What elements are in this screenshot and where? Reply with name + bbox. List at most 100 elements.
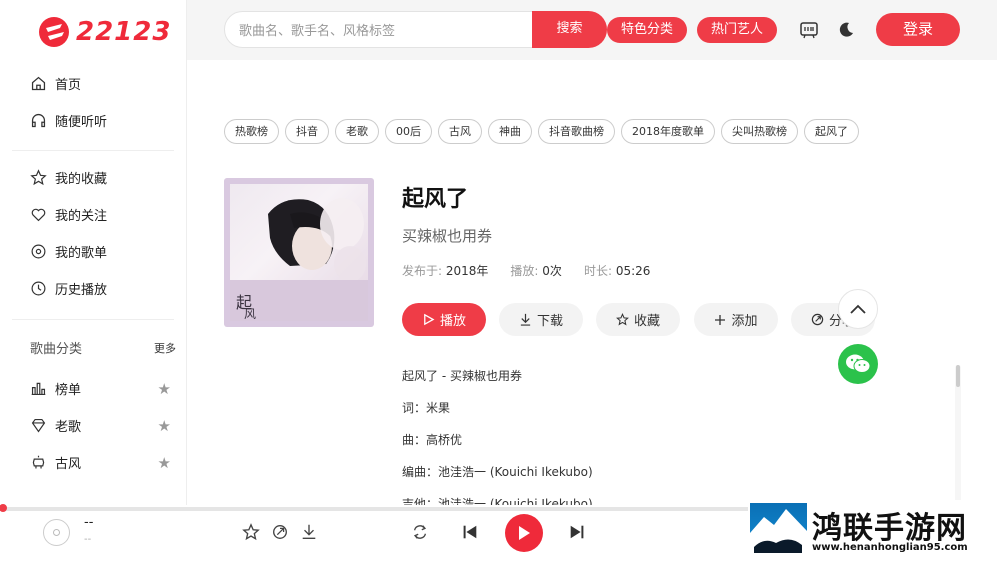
svg-text:风: 风 <box>244 307 256 321</box>
clock-icon <box>31 281 46 296</box>
watermark-url: www.henanhonglian95.com <box>812 542 968 553</box>
hot-artists-button[interactable]: 热门艺人 <box>697 17 777 43</box>
headphones-icon <box>31 113 46 128</box>
heart-icon <box>31 208 46 222</box>
star-icon[interactable]: ★ <box>158 454 171 472</box>
star-icon[interactable] <box>242 523 260 541</box>
chevron-up-icon <box>850 304 866 314</box>
cover-artwork: 起 风 <box>230 198 368 321</box>
lyrics-display-icon[interactable] <box>799 20 819 40</box>
watermark-logo-art <box>750 509 807 558</box>
now-playing-title: -- <box>84 515 94 530</box>
category-item-charts[interactable]: 榜单 ★ <box>0 370 187 407</box>
tag-item[interactable]: 抖音歌曲榜 <box>538 119 615 144</box>
sidebar-item-label: 首页 <box>55 78 82 93</box>
play-icon <box>519 526 530 540</box>
logo[interactable]: 22123 <box>38 16 171 48</box>
sidebar-item-following[interactable]: 我的关注 <box>0 196 187 233</box>
app-root: 22123 首页 随便听听 我的收藏 我的关注 我的歌单 历史播放 歌曲分类 更… <box>0 0 997 561</box>
duration-value: 05:26 <box>615 264 651 278</box>
favorite-button[interactable]: 收藏 <box>596 303 680 336</box>
disc-icon <box>31 244 46 259</box>
song-artist[interactable]: 买辣椒也用券 <box>402 225 492 246</box>
diamond-icon <box>31 418 46 433</box>
login-button[interactable]: 登录 <box>876 13 960 46</box>
sidebar-item-label: 随便听听 <box>55 115 108 130</box>
disc-center <box>53 529 60 536</box>
play-count-label: 播放: <box>510 264 539 278</box>
category-more-link[interactable]: 更多 <box>154 340 176 356</box>
now-playing-artist: -- <box>84 534 92 545</box>
release-label: 发布于: <box>402 264 443 278</box>
tag-item[interactable]: 起风了 <box>804 119 859 144</box>
tag-item[interactable]: 古风 <box>438 119 482 144</box>
category-item-oldies[interactable]: 老歌 ★ <box>0 407 187 444</box>
divider <box>12 150 174 151</box>
category-item-label: 榜单 <box>55 383 82 398</box>
star-icon[interactable]: ★ <box>158 417 171 435</box>
wechat-icon <box>846 354 871 373</box>
album-cover: 起 风 <box>224 178 374 327</box>
tag-item[interactable]: 老歌 <box>335 119 379 144</box>
share-icon[interactable] <box>271 523 289 541</box>
divider <box>12 319 174 320</box>
song-title: 起风了 <box>402 187 469 212</box>
category-header: 歌曲分类 更多 <box>30 338 176 358</box>
play-button-label: 播放 <box>439 314 466 329</box>
sidebar-item-history[interactable]: 历史播放 <box>0 270 187 307</box>
star-icon <box>30 169 47 186</box>
lyrics-panel: 起风了 - 买辣椒也用券 词：米果 曲：高桥优 编曲：池洼浩一 (Kouichi… <box>402 367 593 527</box>
tag-item[interactable]: 神曲 <box>488 119 532 144</box>
download-icon[interactable] <box>300 523 318 541</box>
logo-text: 22123 <box>76 17 172 47</box>
lyric-line: 起风了 - 买辣椒也用券 <box>402 369 522 383</box>
search-input[interactable]: 歌曲名、歌手名、风格标签 <box>224 11 534 48</box>
sidebar-item-home[interactable]: 首页 <box>0 65 187 102</box>
scrollbar-thumb[interactable] <box>956 365 960 387</box>
download-button[interactable]: 下载 <box>499 303 583 336</box>
repeat-icon[interactable] <box>411 523 429 541</box>
category-item-ancient-style[interactable]: 古风 ★ <box>0 444 187 481</box>
watermark-logo <box>750 503 807 558</box>
dark-mode-icon[interactable] <box>836 20 856 40</box>
lyric-line: 编曲：池洼浩一 (Kouichi Ikekubo) <box>402 465 593 479</box>
plus-icon <box>715 314 726 325</box>
release-info: 发布于: 2018年 <box>402 262 488 279</box>
next-track-icon[interactable] <box>568 523 586 541</box>
sidebar-item-label: 我的关注 <box>55 209 108 224</box>
star-icon <box>616 313 629 326</box>
featured-categories-button[interactable]: 特色分类 <box>607 17 687 43</box>
cover-image: 起 风 <box>230 184 368 321</box>
wechat-button[interactable] <box>838 344 878 384</box>
share-icon <box>811 313 824 326</box>
tag-item[interactable]: 抖音 <box>285 119 329 144</box>
sidebar-item-random[interactable]: 随便听听 <box>0 102 187 139</box>
sidebar-item-favorites[interactable]: 我的收藏 <box>0 159 187 196</box>
previous-track-icon[interactable] <box>461 523 479 541</box>
play-count-info: 播放: 0次 <box>510 262 562 279</box>
play-button[interactable]: 播放 <box>402 303 486 336</box>
tag-item[interactable]: 00后 <box>385 119 432 144</box>
add-button[interactable]: 添加 <box>694 303 778 336</box>
sidebar-item-playlists[interactable]: 我的歌单 <box>0 233 187 270</box>
tag-item[interactable]: 热歌榜 <box>224 119 279 144</box>
search-button[interactable]: 搜索 <box>532 11 607 48</box>
player-play-button[interactable] <box>505 514 543 552</box>
song-meta: 发布于: 2018年 播放: 0次 时长: 05:26 <box>402 262 650 279</box>
sidebar: 22123 首页 随便听听 我的收藏 我的关注 我的歌单 历史播放 歌曲分类 更… <box>0 0 187 561</box>
add-button-label: 添加 <box>731 314 758 329</box>
favorite-button-label: 收藏 <box>633 314 660 329</box>
category-list: 榜单 ★ 老歌 ★ 古风 ★ <box>0 370 187 481</box>
star-icon[interactable]: ★ <box>158 380 171 398</box>
tag-item[interactable]: 尖叫热歌榜 <box>721 119 798 144</box>
tag-item[interactable]: 2018年度歌单 <box>621 119 715 144</box>
category-item-label: 老歌 <box>55 420 82 435</box>
top-bar: 歌曲名、歌手名、风格标签 搜索 特色分类 热门艺人 登录 <box>187 0 997 60</box>
sidebar-item-label: 我的收藏 <box>55 172 108 187</box>
lantern-icon <box>32 455 45 469</box>
back-to-top-button[interactable] <box>838 289 878 329</box>
tag-list: 热歌榜 抖音 老歌 00后 古风 神曲 抖音歌曲榜 2018年度歌单 尖叫热歌榜… <box>224 119 859 144</box>
now-playing-disc <box>43 519 70 546</box>
chart-icon <box>31 382 46 396</box>
logo-icon <box>39 17 69 47</box>
